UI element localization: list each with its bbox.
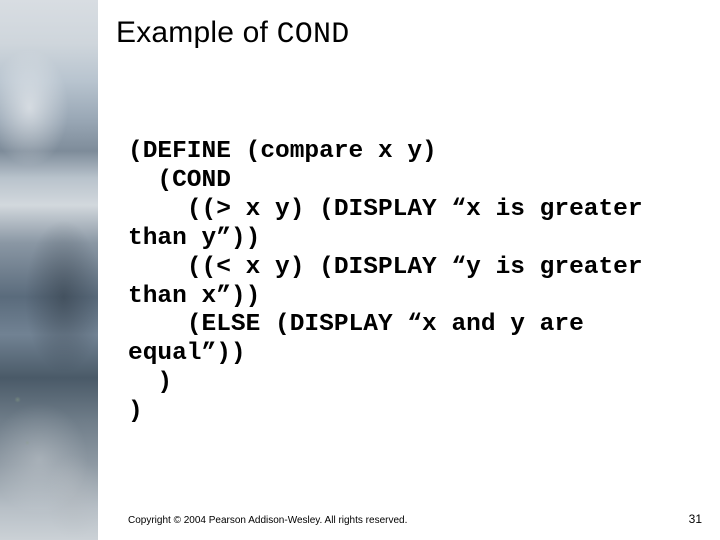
background-mountain-strip [0, 0, 98, 540]
title-mono: COND [277, 18, 350, 52]
page-number: 31 [689, 512, 702, 526]
slide-title: Example of COND [116, 16, 349, 52]
title-prefix: Example of [116, 16, 277, 49]
copyright-text: Copyright © 2004 Pearson Addison-Wesley.… [128, 515, 407, 526]
code-block: (DEFINE (compare x y) (COND ((> x y) (DI… [128, 138, 694, 427]
slide: Example of COND (DEFINE (compare x y) (C… [0, 0, 720, 540]
